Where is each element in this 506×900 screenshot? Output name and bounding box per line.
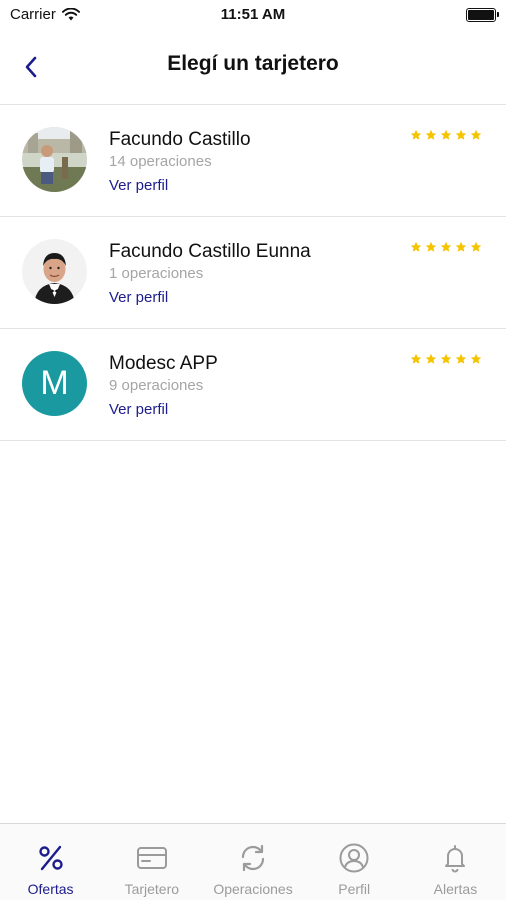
star-icon [470, 241, 482, 252]
star-icon [440, 129, 452, 140]
avatar [22, 239, 87, 304]
screen: Carrier 11:51 AM Elegí un tarjetero Facu… [0, 0, 506, 900]
star-icon [410, 129, 422, 140]
view-profile-link[interactable]: Ver perfil [109, 401, 168, 418]
avatar: M [22, 351, 87, 416]
tab-label: Perfil [338, 881, 371, 897]
tab-bar: Ofertas Tarjetero Operaciones Perfil Ale… [0, 823, 506, 900]
tab-alertas[interactable]: Alertas [405, 824, 506, 900]
bell-icon [438, 841, 472, 875]
operations-count: 1 operaciones [109, 265, 204, 282]
star-icon [410, 241, 422, 252]
star-icon [455, 353, 467, 364]
cardholder-row[interactable]: Facundo Castillo 14 operaciones Ver perf… [0, 105, 506, 217]
user-circle-icon [337, 841, 371, 875]
star-icon [425, 241, 437, 252]
star-icon [440, 353, 452, 364]
tab-perfil[interactable]: Perfil [304, 824, 405, 900]
star-icon [425, 129, 437, 140]
star-rating [410, 353, 482, 365]
tab-label: Alertas [433, 881, 478, 897]
star-icon [470, 129, 482, 140]
card-icon [135, 841, 169, 875]
view-profile-link[interactable]: Ver perfil [109, 177, 168, 194]
cardholder-list: Facundo Castillo 14 operaciones Ver perf… [0, 105, 506, 441]
status-bar: Carrier 11:51 AM [0, 0, 506, 30]
star-icon [455, 241, 467, 252]
cardholder-name: Modesc APP [109, 353, 218, 374]
cardholder-row[interactable]: M Modesc APP 9 operaciones Ver perfil [0, 329, 506, 441]
tab-label: Tarjetero [124, 881, 180, 897]
tab-label: Operaciones [213, 881, 293, 897]
cardholder-name: Facundo Castillo Eunna [109, 241, 311, 262]
tab-tarjetero[interactable]: Tarjetero [101, 824, 202, 900]
avatar-initial: M [40, 364, 69, 402]
star-icon [410, 353, 422, 364]
clock: 11:51 AM [220, 6, 286, 23]
cardholder-row[interactable]: Facundo Castillo Eunna 1 operaciones Ver… [0, 217, 506, 329]
page-title: Elegí un tarjetero [167, 52, 339, 75]
star-rating [410, 241, 482, 253]
tab-ofertas[interactable]: Ofertas [0, 824, 101, 900]
operations-count: 14 operaciones [109, 153, 212, 170]
refresh-icon [236, 841, 270, 875]
navigation-bar: Elegí un tarjetero [0, 30, 506, 105]
star-rating [410, 129, 482, 141]
battery-icon [466, 8, 499, 22]
percent-icon [34, 841, 68, 875]
cardholder-name: Facundo Castillo [109, 129, 251, 150]
operations-count: 9 operaciones [109, 377, 204, 394]
view-profile-link[interactable]: Ver perfil [109, 289, 168, 306]
tab-operaciones[interactable]: Operaciones [202, 824, 303, 900]
star-icon [470, 353, 482, 364]
avatar [22, 127, 87, 192]
star-icon [440, 241, 452, 252]
tab-label: Ofertas [27, 881, 74, 897]
star-icon [455, 129, 467, 140]
star-icon [425, 353, 437, 364]
